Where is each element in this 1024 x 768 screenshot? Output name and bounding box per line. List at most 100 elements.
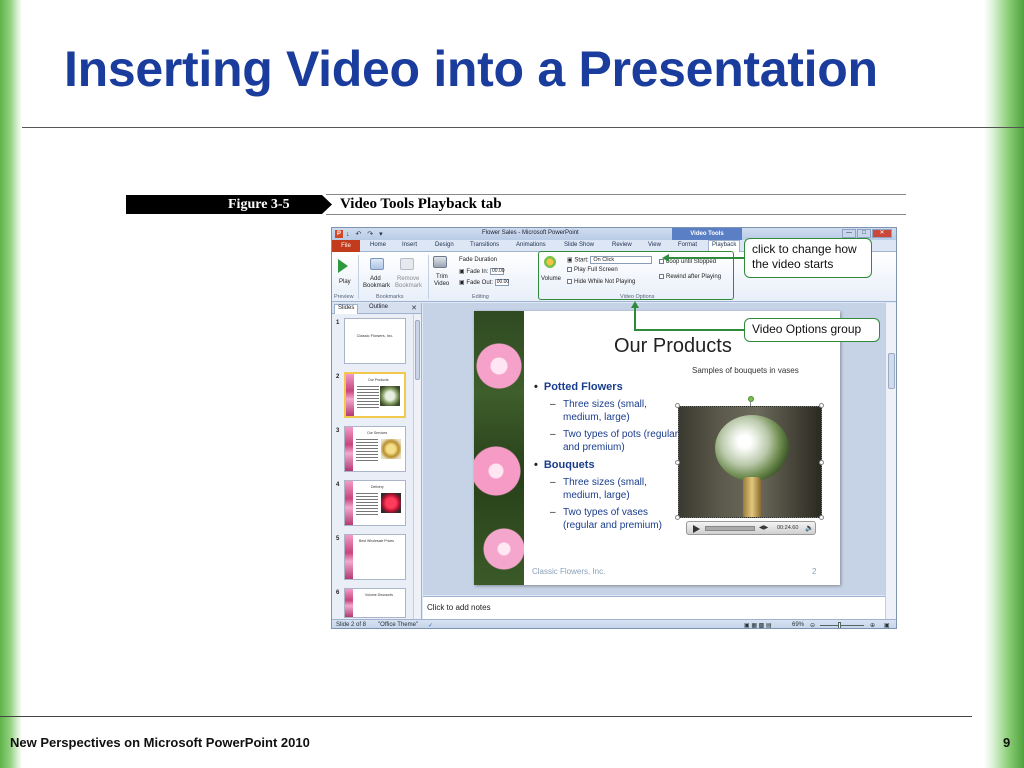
sizing-handle[interactable] bbox=[819, 460, 824, 465]
zoom-in-icon[interactable]: ⊕ bbox=[870, 622, 875, 628]
tab-insert[interactable]: Insert bbox=[402, 242, 417, 248]
sizing-handle[interactable] bbox=[819, 515, 824, 520]
trim-video-label[interactable]: Trim bbox=[436, 274, 448, 281]
slide-thumbnail-2[interactable]: Our Products bbox=[344, 372, 406, 418]
tab-animations[interactable]: Animations bbox=[516, 242, 546, 248]
video-time: 00:24.60 bbox=[777, 525, 799, 531]
video-playback-controls: ◀▶ 00:24.60 🔈 bbox=[686, 521, 816, 535]
sizing-handle[interactable] bbox=[675, 460, 680, 465]
close-icon[interactable]: ✕ bbox=[872, 229, 892, 238]
right-green-edge bbox=[984, 0, 1024, 768]
fit-to-window-icon[interactable]: ▣ bbox=[884, 622, 890, 628]
thumbnail-number: 2 bbox=[336, 374, 340, 380]
thumbnail-title: Delivery bbox=[371, 485, 384, 489]
tab-home[interactable]: Home bbox=[370, 242, 386, 248]
zoom-level[interactable]: 69% bbox=[792, 622, 804, 628]
zoom-slider-thumb[interactable] bbox=[838, 622, 841, 628]
zoom-slider-track[interactable] bbox=[820, 625, 864, 626]
add-bookmark-label-2[interactable]: Bookmark bbox=[363, 283, 390, 290]
group-label-preview: Preview bbox=[334, 294, 354, 300]
tab-slide-show[interactable]: Slide Show bbox=[564, 242, 594, 248]
slide-thumbnail-3[interactable]: Our Services bbox=[344, 426, 406, 472]
volume-speaker-icon[interactable]: 🔈 bbox=[805, 524, 814, 532]
remove-bookmark-label-2: Bookmark bbox=[395, 283, 423, 289]
thumbnail-image bbox=[381, 439, 401, 459]
slide-thumbnail-4[interactable]: Delivery bbox=[344, 480, 406, 526]
fade-out-input[interactable]: 00.00 bbox=[494, 279, 509, 286]
bullet-level-2: – Three sizes (small, medium, large) bbox=[550, 476, 658, 502]
thumbnail-text-lines bbox=[357, 384, 379, 410]
view-buttons[interactable]: ▣ ▦ ▩ ▤ bbox=[744, 622, 772, 628]
video-object[interactable] bbox=[678, 406, 822, 518]
figure-caption-band: Figure 3-5 Video Tools Playback tab bbox=[126, 194, 906, 215]
remove-bookmark-label: Remove bbox=[397, 276, 420, 282]
sizing-handle[interactable] bbox=[675, 515, 680, 520]
pane-tabs: Slides Outline ✕ bbox=[332, 303, 421, 314]
rotation-handle[interactable] bbox=[748, 396, 754, 402]
thumbnail-title: Our Products bbox=[368, 378, 389, 382]
tab-outline[interactable]: Outline bbox=[366, 304, 391, 310]
play-icon[interactable] bbox=[338, 259, 348, 273]
tab-file[interactable]: File bbox=[332, 240, 360, 252]
slides-pane: Slides Outline ✕ 1 Classic Flowers, Inc.… bbox=[332, 303, 422, 619]
minimize-icon[interactable]: — bbox=[842, 229, 856, 238]
add-bookmark-label[interactable]: Add bbox=[370, 276, 381, 283]
thumbnail-flower-strip bbox=[345, 427, 353, 471]
skip-icons[interactable]: ◀▶ bbox=[759, 524, 768, 531]
tab-transitions[interactable]: Transitions bbox=[470, 242, 499, 248]
notes-pane[interactable]: Click to add notes bbox=[423, 596, 885, 619]
bullet-level-1: Potted Flowers bbox=[534, 381, 623, 393]
slide-thumbnail-1[interactable]: Classic Flowers, Inc. bbox=[344, 318, 406, 364]
thumbnail-video-image bbox=[380, 386, 400, 406]
fade-duration-label: Fade Duration bbox=[459, 257, 498, 263]
thumbnail-text-lines bbox=[356, 491, 378, 517]
bullet-level-1: Bouquets bbox=[534, 459, 595, 471]
bouquet-image bbox=[715, 415, 789, 481]
scrollbar-thumb[interactable] bbox=[888, 353, 895, 389]
tab-view[interactable]: View bbox=[648, 242, 661, 248]
video-progress-track[interactable] bbox=[705, 526, 755, 531]
thumbnail-number: 1 bbox=[336, 320, 340, 326]
maximize-icon[interactable]: □ bbox=[857, 229, 871, 238]
close-pane-icon[interactable]: ✕ bbox=[411, 304, 417, 312]
bullet-dash: – bbox=[550, 399, 556, 410]
tab-design[interactable]: Design bbox=[435, 242, 454, 248]
add-bookmark-icon[interactable] bbox=[370, 258, 384, 270]
scrollbar-thumb[interactable] bbox=[415, 320, 420, 380]
thumbnail-title: Our Services bbox=[367, 431, 388, 435]
quick-access-toolbar[interactable]: ↓ ↶ ↷ ▾ bbox=[346, 230, 385, 238]
slide-title: Inserting Video into a Presentation bbox=[64, 41, 878, 97]
callout-video-options-group: Video Options group bbox=[744, 318, 880, 342]
play-button[interactable]: Play bbox=[339, 279, 351, 286]
current-slide-title[interactable]: Our Products bbox=[614, 335, 732, 358]
tab-slides[interactable]: Slides bbox=[334, 304, 359, 314]
tab-review[interactable]: Review bbox=[612, 242, 632, 248]
title-divider bbox=[22, 127, 1024, 128]
editing-area-scrollbar[interactable] bbox=[885, 303, 896, 619]
bullet-text: Two types of vases (regular and premium) bbox=[563, 507, 662, 531]
slide-thumbnail-5[interactable]: Best Wholesale Prices bbox=[344, 534, 406, 580]
powerpoint-app-icon[interactable]: P bbox=[335, 230, 343, 238]
zoom-out-icon[interactable]: ⊝ bbox=[810, 622, 815, 628]
slide-thumbnail-6[interactable]: Volume Discounts bbox=[344, 588, 406, 618]
slides-pane-scrollbar[interactable] bbox=[413, 314, 421, 619]
sizing-handle[interactable] bbox=[819, 403, 824, 408]
slide-editing-area: Our Products Samples of bouquets in vase… bbox=[423, 303, 885, 595]
thumbnail-title: Classic Flowers, Inc. bbox=[356, 333, 394, 338]
bullet-text: Two types of pots (regular and premium) bbox=[563, 429, 679, 453]
fade-out-label: ▣ Fade Out: 00.00 bbox=[459, 279, 509, 287]
thumbnail-flower-strip bbox=[345, 589, 353, 617]
trim-video-label-2[interactable]: Video bbox=[434, 281, 449, 288]
fade-in-label: ▣ Fade In: 00.00 bbox=[459, 268, 505, 276]
sizing-handle[interactable] bbox=[675, 403, 680, 408]
trim-video-icon[interactable] bbox=[433, 256, 447, 268]
fade-in-input[interactable]: 00.00 bbox=[490, 268, 505, 275]
footer-divider bbox=[0, 716, 972, 717]
flower-image-strip bbox=[474, 311, 524, 585]
bullet-level-2: – Three sizes (small, medium, large) bbox=[550, 398, 658, 424]
current-slide: Our Products Samples of bouquets in vase… bbox=[474, 311, 840, 585]
tab-format[interactable]: Format bbox=[678, 242, 697, 248]
video-play-icon[interactable] bbox=[693, 525, 700, 533]
figure-caption: Video Tools Playback tab bbox=[340, 196, 502, 212]
spell-check-icon[interactable]: ✓ bbox=[428, 622, 433, 628]
